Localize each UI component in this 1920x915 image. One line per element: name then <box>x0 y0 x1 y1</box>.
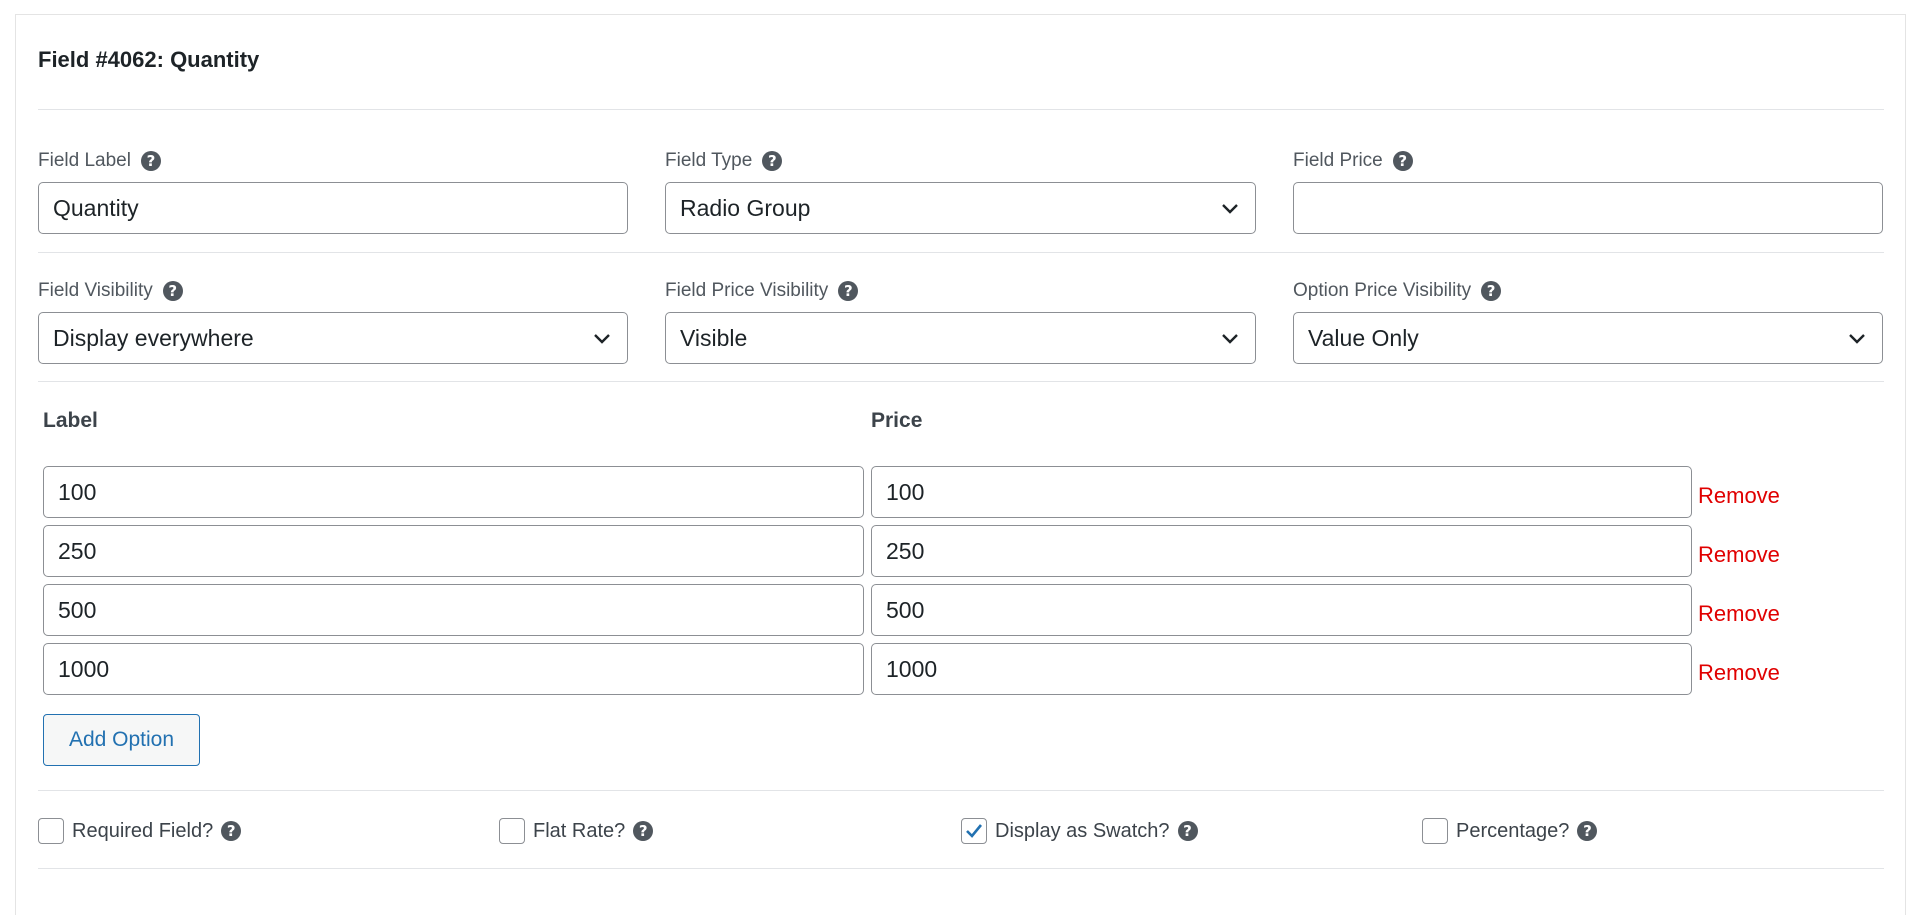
checkmark-icon <box>966 824 983 838</box>
option-price-input[interactable]: 250 <box>871 525 1692 577</box>
field-price-text: Field Price <box>1293 150 1383 171</box>
option-price-visibility-value: Value Only <box>1308 324 1419 351</box>
option-price-input[interactable]: 100 <box>871 466 1692 518</box>
field-price-visibility-select[interactable]: Visible <box>665 312 1256 364</box>
field-label-input[interactable]: Quantity <box>38 182 628 234</box>
help-icon[interactable]: ? <box>762 151 783 171</box>
options-label-header: Label <box>43 409 98 432</box>
field-price-input[interactable] <box>1293 182 1883 234</box>
chevron-down-icon <box>1849 334 1865 344</box>
option-label-input[interactable]: 100 <box>43 466 864 518</box>
help-icon[interactable]: ? <box>162 281 183 301</box>
field-price-visibility-value: Visible <box>680 324 748 351</box>
option-price-input[interactable]: 500 <box>871 584 1692 636</box>
help-icon[interactable]: ? <box>1481 281 1502 301</box>
option-price-value: 1000 <box>886 655 938 682</box>
field-label-text: Field Label <box>38 150 131 171</box>
field-visibility-text: Field Visibility <box>38 280 153 301</box>
option-label-value: 250 <box>58 537 97 564</box>
remove-option-button[interactable]: Remove <box>1698 483 1780 509</box>
display-as-swatch-check[interactable]: Display as Swatch? ? <box>961 818 1198 844</box>
remove-option-button[interactable]: Remove <box>1698 660 1780 686</box>
help-icon[interactable]: ? <box>221 821 242 841</box>
checkbox[interactable] <box>499 818 525 844</box>
divider <box>38 109 1884 110</box>
option-label-value: 1000 <box>58 655 110 682</box>
option-label-input[interactable]: 250 <box>43 525 864 577</box>
field-title: Field #4062: Quantity <box>38 47 260 72</box>
remove-option-button[interactable]: Remove <box>1698 601 1780 627</box>
divider <box>38 868 1884 869</box>
option-price-visibility-text: Option Price Visibility <box>1293 280 1472 301</box>
field-price-visibility-text: Field Price Visibility <box>665 280 829 301</box>
field-type-label: Field Type ? <box>665 150 783 172</box>
percentage-label: Percentage? <box>1456 819 1570 842</box>
help-icon[interactable]: ? <box>140 151 161 171</box>
required-field-label: Required Field? <box>72 819 214 842</box>
help-icon[interactable]: ? <box>1577 821 1598 841</box>
option-price-visibility-label: Option Price Visibility ? <box>1293 280 1502 302</box>
checkbox[interactable] <box>961 818 987 844</box>
option-label-value: 500 <box>58 596 97 623</box>
remove-option-button[interactable]: Remove <box>1698 542 1780 568</box>
field-type-text: Field Type <box>665 150 753 171</box>
field-price-label: Field Price ? <box>1293 150 1413 172</box>
help-icon[interactable]: ? <box>633 821 654 841</box>
chevron-down-icon <box>594 334 610 344</box>
required-field-check[interactable]: Required Field? ? <box>38 818 242 844</box>
checkbox[interactable] <box>1422 818 1448 844</box>
option-price-value: 250 <box>886 537 925 564</box>
chevron-down-icon <box>1222 204 1238 214</box>
option-label-value: 100 <box>58 478 97 505</box>
flat-rate-check[interactable]: Flat Rate? ? <box>499 818 654 844</box>
chevron-down-icon <box>1222 334 1238 344</box>
option-label-input[interactable]: 500 <box>43 584 864 636</box>
help-icon[interactable]: ? <box>1392 151 1413 171</box>
option-price-value: 100 <box>886 478 925 505</box>
divider <box>38 252 1884 253</box>
field-label-value: Quantity <box>53 194 139 221</box>
option-label-input[interactable]: 1000 <box>43 643 864 695</box>
field-panel <box>15 14 1906 915</box>
field-type-value: Radio Group <box>680 194 811 221</box>
field-visibility-label: Field Visibility ? <box>38 280 183 302</box>
options-price-header: Price <box>871 409 923 432</box>
display-as-swatch-label: Display as Swatch? <box>995 819 1170 842</box>
option-price-input[interactable]: 1000 <box>871 643 1692 695</box>
help-icon[interactable]: ? <box>838 281 859 301</box>
option-price-value: 500 <box>886 596 925 623</box>
percentage-check[interactable]: Percentage? ? <box>1422 818 1598 844</box>
flat-rate-label: Flat Rate? <box>533 819 626 842</box>
field-label-label: Field Label ? <box>38 150 161 172</box>
add-option-button[interactable]: Add Option <box>43 714 200 766</box>
divider <box>38 381 1884 382</box>
checkbox[interactable] <box>38 818 64 844</box>
option-price-visibility-select[interactable]: Value Only <box>1293 312 1883 364</box>
field-visibility-select[interactable]: Display everywhere <box>38 312 628 364</box>
help-icon[interactable]: ? <box>1177 821 1198 841</box>
divider <box>38 790 1884 791</box>
field-type-select[interactable]: Radio Group <box>665 182 1256 234</box>
field-price-visibility-label: Field Price Visibility ? <box>665 280 859 302</box>
field-visibility-value: Display everywhere <box>53 324 254 351</box>
